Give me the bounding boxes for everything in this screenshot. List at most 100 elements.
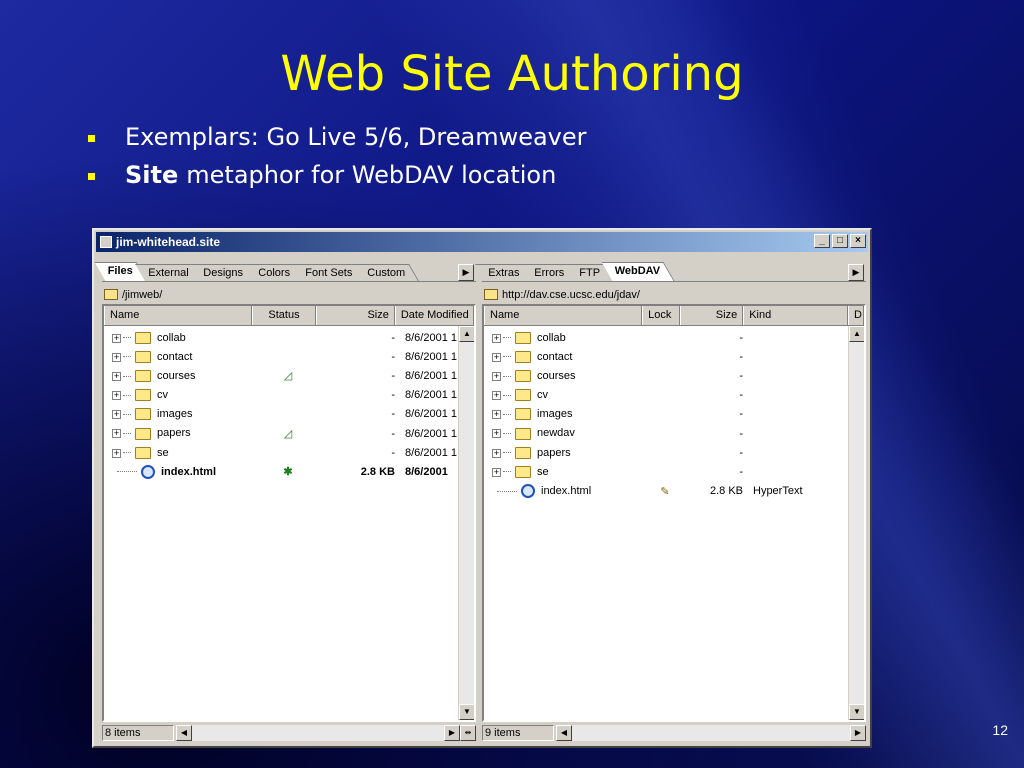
column-name[interactable]: Name	[484, 306, 643, 325]
window-titlebar[interactable]: jim-whitehead.site _ □ ×	[96, 232, 868, 252]
split-handle-icon[interactable]: ⇹	[460, 725, 476, 741]
folder-row[interactable]: + contact -8/6/2001 1	[104, 347, 474, 366]
scroll-down-icon[interactable]: ▼	[849, 704, 864, 720]
left-vertical-scrollbar[interactable]: ▲ ▼	[458, 326, 474, 720]
expand-icon[interactable]: +	[112, 429, 121, 439]
file-row[interactable]: index.html ✱ 2.8 KB 8/6/2001	[104, 462, 474, 481]
name-cell: + collab	[104, 332, 256, 344]
expand-icon[interactable]: +	[112, 391, 121, 401]
name-cell: + contact	[104, 351, 256, 363]
size-cell: -	[391, 369, 395, 382]
scroll-down-icon[interactable]: ▼	[459, 704, 474, 720]
tab-custom[interactable]: Custom	[354, 264, 419, 281]
expand-icon[interactable]: +	[492, 371, 501, 381]
expand-icon[interactable]: +	[112, 448, 121, 458]
item-name: courses	[537, 369, 576, 382]
folder-icon	[515, 370, 531, 383]
folder-row[interactable]: + papers ◿ -8/6/2001 1	[104, 424, 474, 443]
right-file-list: Name Lock Size Kind D + collab - + contact - +…	[482, 304, 866, 722]
window-title: jim-whitehead.site	[116, 235, 221, 249]
expand-icon[interactable]: +	[112, 333, 121, 343]
bullet-bold-text: Site	[125, 161, 179, 189]
kind-cell: HyperText	[753, 485, 803, 498]
size-cell: -	[391, 331, 395, 344]
column-date-modified[interactable]: Date Modified	[394, 306, 474, 325]
tab-scroll-right-icon[interactable]: ▶	[848, 264, 864, 281]
folder-row[interactable]: + se -8/6/2001 1	[104, 443, 474, 462]
tree-line	[503, 356, 511, 358]
right-horizontal-scrollbar[interactable]: ◀ ▶	[556, 725, 866, 741]
size-cell: -	[391, 350, 395, 363]
folder-row[interactable]: + collab -8/6/2001 1	[104, 328, 474, 347]
minimize-button[interactable]: _	[814, 234, 830, 248]
tree-line	[123, 413, 131, 415]
folder-row[interactable]: + se -	[484, 462, 864, 481]
expand-icon[interactable]: +	[492, 448, 501, 458]
folder-icon	[135, 331, 151, 344]
scroll-up-icon[interactable]: ▲	[849, 326, 864, 342]
size-cell: -	[739, 465, 743, 478]
size-cell: -	[739, 446, 743, 459]
folder-row[interactable]: + newdav -	[484, 424, 864, 443]
column-size[interactable]: Size	[679, 306, 744, 325]
expand-icon[interactable]: +	[492, 410, 501, 420]
column-kind[interactable]: Kind	[743, 306, 849, 325]
scroll-left-icon[interactable]: ◀	[556, 725, 572, 741]
column-name[interactable]: Name	[104, 306, 253, 325]
maximize-button[interactable]: □	[832, 234, 848, 248]
expand-icon[interactable]: +	[492, 333, 501, 343]
expand-icon[interactable]: +	[492, 467, 501, 477]
name-cell: index.html	[484, 484, 646, 499]
item-name: images	[157, 408, 193, 421]
right-column-headers: Name Lock Size Kind D	[484, 306, 864, 326]
left-horizontal-scrollbar[interactable]: ◀ ▶ ⇹	[176, 725, 476, 741]
column-status[interactable]: Status	[252, 306, 316, 325]
close-button[interactable]: ×	[850, 234, 866, 248]
tab-webdav[interactable]: WebDAV	[601, 262, 675, 281]
tree-line	[497, 490, 517, 492]
right-tab-bar: Extras Errors FTP WebDAV ▶	[475, 262, 866, 282]
column-lock[interactable]: Lock	[642, 306, 680, 325]
expand-icon[interactable]: +	[112, 352, 121, 362]
tree-line	[503, 433, 511, 435]
expand-icon[interactable]: +	[492, 429, 501, 439]
scroll-up-icon[interactable]: ▲	[459, 326, 474, 342]
folder-row[interactable]: + images -	[484, 405, 864, 424]
folder-row[interactable]: + cv -8/6/2001 1	[104, 386, 474, 405]
folder-row[interactable]: + images -8/6/2001 1	[104, 405, 474, 424]
left-path: /jimweb/	[122, 288, 163, 301]
size-cell: -	[739, 350, 743, 363]
column-size[interactable]: Size	[315, 306, 395, 325]
file-row[interactable]: index.html ✎ 2.8 KB HyperText	[484, 482, 864, 501]
scroll-left-icon[interactable]: ◀	[176, 725, 192, 741]
size-cell: -	[739, 427, 743, 440]
expand-icon[interactable]: +	[492, 352, 501, 362]
folder-row[interactable]: + papers -	[484, 443, 864, 462]
item-name: courses	[157, 369, 196, 382]
left-item-count: 8 items	[102, 725, 174, 741]
bullet-text: metaphor for WebDAV location	[186, 161, 557, 189]
folder-row[interactable]: + cv -	[484, 386, 864, 405]
folder-row[interactable]: + collab -	[484, 328, 864, 347]
right-path-bar: http://dav.cse.ucsc.edu/jdav/	[482, 286, 866, 303]
item-name: papers	[157, 427, 191, 440]
webdav-pane: Extras Errors FTP WebDAV ▶ http://dav.cs…	[475, 258, 866, 742]
tab-scroll-right-icon[interactable]: ▶	[458, 264, 474, 281]
expand-icon[interactable]: +	[492, 391, 501, 401]
folder-row[interactable]: + contact -	[484, 347, 864, 366]
name-cell: + papers	[484, 447, 646, 459]
right-vertical-scrollbar[interactable]: ▲ ▼	[848, 326, 864, 720]
expand-icon[interactable]: +	[112, 410, 121, 420]
expand-icon[interactable]: +	[112, 371, 121, 381]
name-cell: + contact	[484, 351, 646, 363]
item-name: cv	[537, 389, 548, 402]
left-rows: + collab -8/6/2001 1 + contact -8/6/2001 1 + co…	[104, 326, 474, 482]
tree-line	[503, 413, 511, 415]
scroll-right-icon[interactable]: ▶	[850, 725, 866, 741]
folder-up-icon[interactable]	[104, 289, 118, 300]
scroll-right-icon[interactable]: ▶	[444, 725, 460, 741]
folder-row[interactable]: + courses ◿ -8/6/2001 1	[104, 366, 474, 385]
column-date[interactable]: D	[848, 306, 864, 325]
folder-row[interactable]: + courses -	[484, 366, 864, 385]
folder-up-icon[interactable]	[484, 289, 498, 300]
